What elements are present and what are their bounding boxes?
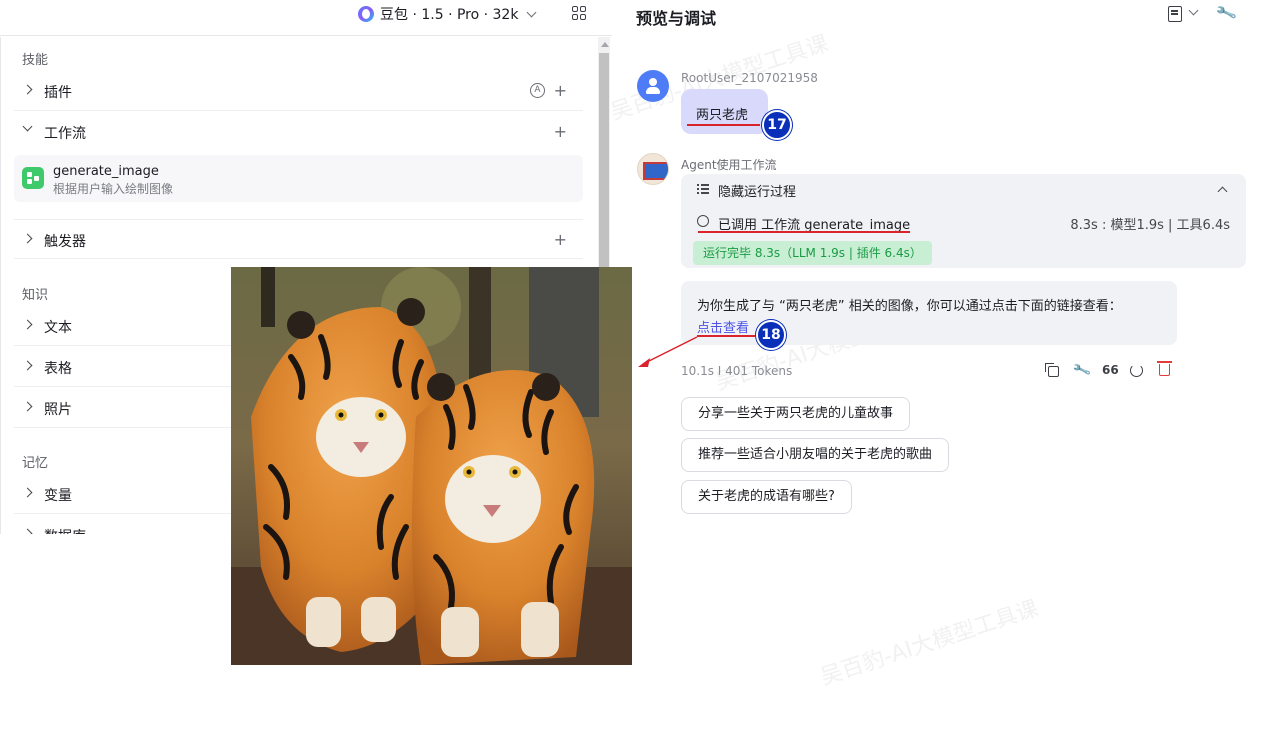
annotation-badge-17: 17	[762, 110, 792, 140]
workflow-item[interactable]: generate_image 根据用户输入绘制图像	[14, 155, 583, 202]
response-stats: 10.1s I 401 Tokens	[681, 364, 793, 378]
annotation-underline	[697, 335, 755, 337]
doc-settings-icon[interactable]	[1168, 6, 1182, 22]
user-message-bubble: 两只老虎	[681, 89, 768, 134]
section-title-knowledge: 知识	[22, 288, 49, 303]
model-selector[interactable]: 豆包 · 1.5 · Pro · 32k	[358, 4, 537, 24]
quote-icon[interactable]: 66	[1102, 363, 1119, 377]
row-plugin[interactable]: 插件 A +	[14, 71, 583, 111]
plus-icon[interactable]: +	[554, 230, 567, 249]
watermark: 吴百豹-AI大模型工具课	[817, 596, 1042, 691]
agent-name: Agent使用工作流	[681, 158, 777, 172]
suggestion-chip[interactable]: 推荐一些适合小朋友唱的关于老虎的歌曲	[681, 438, 950, 472]
row-label: 工作流	[44, 126, 86, 142]
user-name: RootUser_2107021958	[681, 71, 818, 85]
plus-icon[interactable]: +	[554, 81, 567, 100]
workflow-icon	[697, 215, 709, 227]
wrench-icon[interactable]: 🔧	[1214, 1, 1238, 24]
chevron-right-icon	[22, 360, 33, 371]
row-workflow[interactable]: 工作流 +	[14, 112, 583, 152]
plus-icon[interactable]: +	[554, 122, 567, 141]
annotation-badge-18: 18	[756, 320, 786, 350]
model-bar: 豆包 · 1.5 · Pro · 32k	[0, 0, 612, 36]
workflow-icon	[22, 167, 44, 189]
row-label: 变量	[44, 488, 72, 504]
chevron-up-icon[interactable]	[1217, 186, 1228, 197]
trash-icon[interactable]	[1157, 361, 1172, 376]
status-badge: 运行完毕 8.3s（LLM 1.9s | 插件 6.4s）	[693, 241, 932, 265]
auto-icon[interactable]: A	[530, 83, 545, 98]
chevron-right-icon	[22, 319, 33, 330]
row-label: 文本	[44, 320, 72, 336]
run-process-panel: 隐藏运行过程 已调用 工作流 generate_image 8.3s : 模型1…	[681, 174, 1246, 268]
chevron-down-icon	[527, 7, 537, 18]
model-label: 豆包 · 1.5 · Pro · 32k	[380, 7, 519, 23]
answer-text: 为你生成了与 “两只老虎” 相关的图像，你可以通过点击下面的链接查看：	[697, 299, 1122, 314]
user-avatar-icon	[637, 70, 669, 102]
annotation-underline	[698, 231, 910, 233]
list-icon	[697, 184, 709, 194]
generated-tiger-image	[231, 267, 632, 665]
chevron-down-icon[interactable]	[1188, 5, 1199, 16]
chevron-right-icon	[22, 401, 33, 412]
chevron-right-icon	[22, 84, 33, 95]
section-title-memory: 记忆	[22, 456, 49, 471]
suggestion-chip[interactable]: 关于老虎的成语有哪些?	[681, 480, 852, 514]
row-label: 触发器	[44, 234, 86, 250]
view-link[interactable]: 点击查看	[697, 317, 749, 336]
annotation-underline	[687, 124, 760, 126]
wrench-icon[interactable]: 🔧	[1072, 361, 1092, 381]
scroll-thumb[interactable]	[599, 53, 609, 273]
chevron-down-icon	[22, 121, 33, 132]
row-label: 照片	[44, 402, 72, 418]
workflow-desc: 根据用户输入绘制图像	[53, 182, 174, 196]
row-trigger[interactable]: 触发器 +	[14, 219, 583, 259]
doubao-logo-icon	[358, 6, 374, 22]
copy-icon[interactable]	[1045, 363, 1059, 377]
user-message: 两只老虎	[696, 108, 749, 123]
chevron-right-icon	[22, 487, 33, 498]
row-label: 表格	[44, 361, 72, 377]
chevron-right-icon	[22, 233, 33, 244]
workflow-name: generate_image	[53, 164, 159, 179]
scroll-up-icon[interactable]	[601, 42, 609, 47]
page-title: 预览与调试	[636, 9, 717, 28]
timing-text: 8.3s : 模型1.9s | 工具6.4s	[1070, 218, 1230, 233]
agent-avatar-icon	[637, 153, 669, 185]
grid-icon[interactable]	[572, 6, 586, 20]
suggestion-chip[interactable]: 分享一些关于两只老虎的儿童故事	[681, 397, 911, 431]
hide-process-toggle[interactable]: 隐藏运行过程	[718, 181, 796, 200]
refresh-icon[interactable]	[1130, 364, 1143, 377]
chevron-right-icon	[22, 528, 33, 534]
section-title-skills: 技能	[22, 53, 49, 68]
row-label: 数据库	[44, 526, 86, 534]
row-label: 插件	[44, 85, 72, 101]
